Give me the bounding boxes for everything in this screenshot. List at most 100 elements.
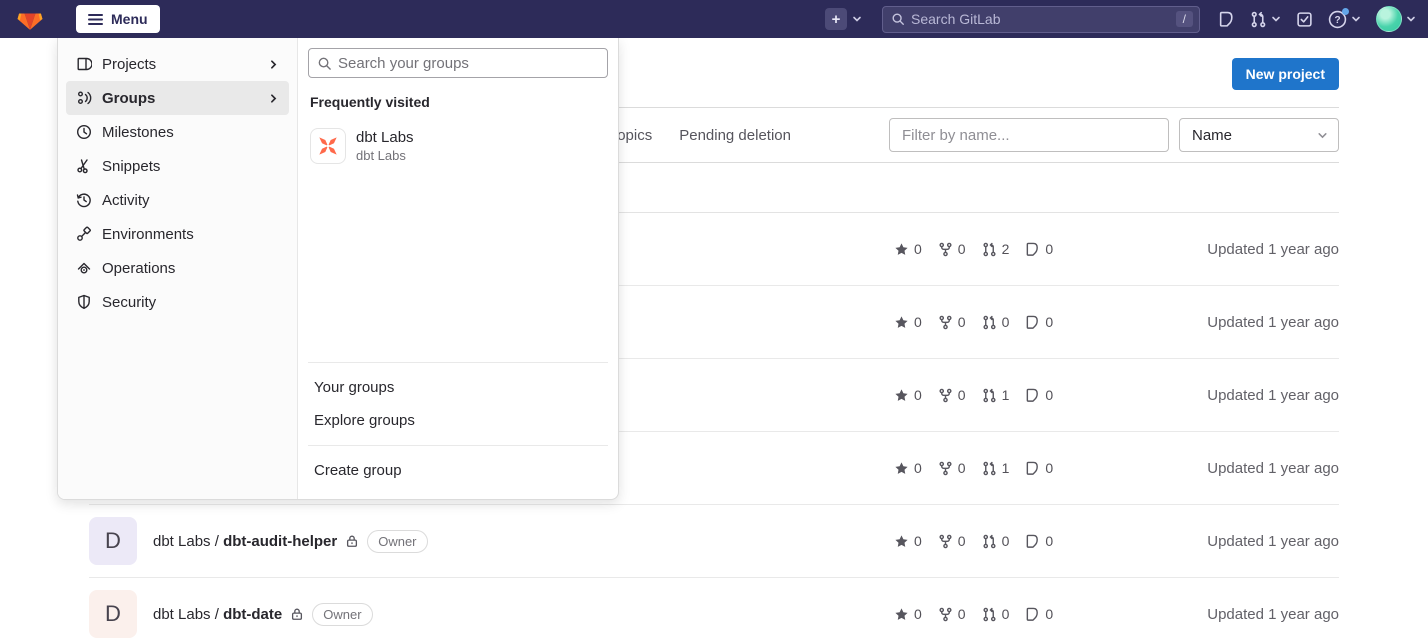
menu-items-column: Projects Groups Milestones [58,38,298,499]
stars-count[interactable]: 0 [894,460,922,476]
operations-icon [76,260,92,276]
menu-item-security[interactable]: Security [66,285,289,319]
create-group-link[interactable]: Create group [308,454,608,487]
groups-search-input[interactable] [338,55,599,72]
issues-count[interactable]: 0 [1025,606,1053,622]
issues-icon [1025,315,1040,330]
groups-search[interactable] [308,48,608,78]
stars-count[interactable]: 0 [894,606,922,622]
merge-requests-count[interactable]: 0 [982,314,1010,330]
dbt-labs-logo-icon [310,128,346,164]
environments-icon [76,226,92,242]
merge-requests-count[interactable]: 1 [982,387,1010,403]
stars-count[interactable]: 0 [894,314,922,330]
row-meta: 0 0 1 [894,460,1339,477]
forks-count[interactable]: 0 [938,460,966,476]
sort-dropdown[interactable]: Name [1179,118,1339,152]
project-stats: 0 0 2 [894,241,1053,257]
project-avatar[interactable]: D [89,517,137,565]
updated-timestamp: Updated 1 year ago [1207,387,1339,404]
search-icon [891,12,905,26]
frequently-visited-heading: Frequently visited [310,94,606,110]
explore-groups-link[interactable]: Explore groups [308,404,608,437]
stars-count[interactable]: 0 [894,241,922,257]
menu-dropdown-panel: Projects Groups Milestones [57,38,619,500]
updated-timestamp: Updated 1 year ago [1207,533,1339,550]
issues-count[interactable]: 0 [1025,387,1053,403]
issues-count[interactable]: 0 [1025,314,1053,330]
star-icon [894,461,909,476]
updated-timestamp: Updated 1 year ago [1207,314,1339,331]
snippets-icon [76,158,92,174]
global-search-input[interactable] [911,11,1170,27]
new-item-dropdown[interactable]: + [825,8,862,30]
new-project-button[interactable]: New project [1232,58,1339,90]
menu-item-groups[interactable]: Groups [66,81,289,115]
your-groups-link[interactable]: Your groups [308,371,608,404]
menu-item-snippets[interactable]: Snippets [66,149,289,183]
divider [308,445,608,446]
merge-request-icon [982,607,997,622]
menu-item-projects[interactable]: Projects [66,47,289,81]
project-stats: 0 0 1 [894,387,1053,403]
role-badge: Owner [367,530,427,553]
user-menu[interactable] [1376,6,1416,32]
issues-icon [1025,388,1040,403]
project-avatar[interactable]: D [89,590,137,638]
chevron-right-icon [268,59,279,70]
merge-request-icon [1250,11,1267,28]
issues-icon[interactable] [1218,11,1235,28]
forks-count[interactable]: 0 [938,533,966,549]
forks-count[interactable]: 0 [938,606,966,622]
project-name-link[interactable]: dbt Labs / dbt-audit-helper Owner [153,530,428,553]
stars-count[interactable]: 0 [894,387,922,403]
menu-button[interactable]: Menu [76,5,160,33]
merge-requests-count[interactable]: 0 [982,533,1010,549]
tab-pending-deletion[interactable]: Pending deletion [679,127,791,144]
todos-icon[interactable] [1296,11,1313,28]
menu-item-environments[interactable]: Environments [66,217,289,251]
merge-requests-count[interactable]: 0 [982,606,1010,622]
plus-icon: + [825,8,847,30]
merge-request-icon [982,461,997,476]
issues-count[interactable]: 0 [1025,460,1053,476]
menu-item-operations[interactable]: Operations [66,251,289,285]
security-icon [76,294,92,310]
group-subtitle: dbt Labs [356,148,414,163]
row-meta: 0 0 1 [894,387,1339,404]
help-icon: ? [1328,10,1347,29]
updated-timestamp: Updated 1 year ago [1207,241,1339,258]
merge-requests-count[interactable]: 2 [982,241,1010,257]
forks-count[interactable]: 0 [938,241,966,257]
star-icon [894,388,909,403]
row-meta: 0 0 2 [894,241,1339,258]
menu-item-activity[interactable]: Activity [66,183,289,217]
project-name-link[interactable]: dbt Labs / dbt-date Owner [153,603,373,626]
fork-icon [938,315,953,330]
merge-requests-count[interactable]: 1 [982,460,1010,476]
merge-request-icon [982,315,997,330]
project-stats: 0 0 0 [894,606,1053,622]
gitlab-logo-icon[interactable] [16,5,44,33]
forks-count[interactable]: 0 [938,314,966,330]
merge-request-icon [982,242,997,257]
menu-item-milestones[interactable]: Milestones [66,115,289,149]
merge-requests-dropdown[interactable] [1250,11,1281,28]
lock-icon [290,607,304,621]
filter-by-name-input[interactable] [889,118,1169,152]
row-meta: 0 0 0 [894,533,1339,550]
chevron-down-icon [852,14,862,24]
issues-count[interactable]: 0 [1025,533,1053,549]
global-search[interactable]: / [882,6,1200,33]
filter-controls: Name [889,118,1339,152]
help-dropdown[interactable]: ? [1328,10,1361,29]
stars-count[interactable]: 0 [894,533,922,549]
navbar-icons: ? [1218,6,1416,32]
fork-icon [938,534,953,549]
top-navbar: Menu + / [0,0,1428,38]
forks-count[interactable]: 0 [938,387,966,403]
projects-icon [76,56,92,72]
issues-count[interactable]: 0 [1025,241,1053,257]
frequent-group-dbt-labs[interactable]: dbt Labs dbt Labs [308,122,608,170]
menu-button-label: Menu [111,11,148,27]
